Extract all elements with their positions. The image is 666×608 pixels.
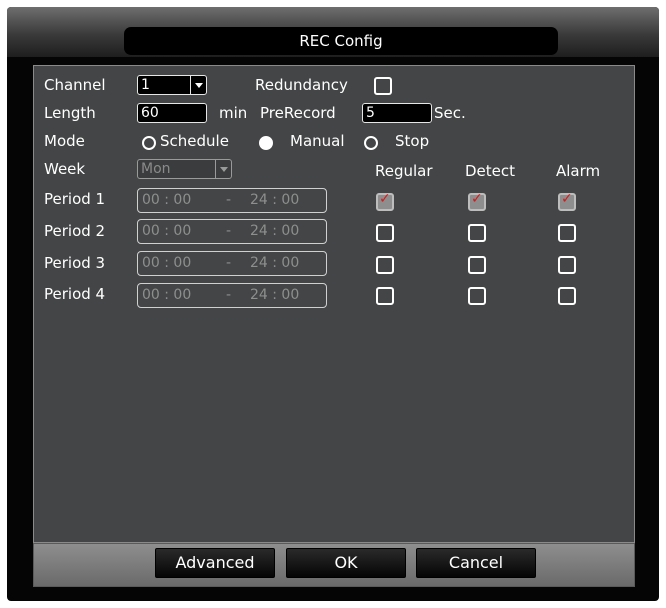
period-regular-checkbox[interactable] xyxy=(376,191,394,211)
period-end: 24 : 00 xyxy=(250,192,300,208)
period-label: Period 2 xyxy=(44,222,106,240)
period-separator: - xyxy=(226,255,232,271)
period-separator: - xyxy=(226,192,232,208)
period-end: 24 : 00 xyxy=(250,287,300,303)
week-select[interactable]: Mon xyxy=(137,159,232,179)
prerecord-label: PreRecord xyxy=(260,104,336,122)
length-input[interactable]: 60 xyxy=(137,103,207,123)
column-regular: Regular xyxy=(375,162,433,180)
chevron-down-icon[interactable] xyxy=(190,76,206,94)
column-detect: Detect xyxy=(465,162,516,180)
period-start: 00 : 00 xyxy=(142,192,192,208)
length-label: Length xyxy=(44,104,96,122)
period-alarm-checkbox[interactable] xyxy=(558,191,576,211)
period-separator: - xyxy=(226,223,232,239)
mode-schedule-label: Schedule xyxy=(160,132,229,150)
period-time-range[interactable]: 00 : 00 - 24 : 00 xyxy=(137,251,327,276)
advanced-button[interactable]: Advanced xyxy=(155,548,275,578)
period-start: 00 : 00 xyxy=(142,255,192,271)
period-label: Period 3 xyxy=(44,254,106,272)
column-alarm: Alarm xyxy=(556,162,601,180)
mode-schedule-radio[interactable] xyxy=(142,136,156,150)
period-alarm-checkbox[interactable] xyxy=(558,287,576,305)
period-regular-checkbox[interactable] xyxy=(376,224,394,242)
period-detect-checkbox[interactable] xyxy=(468,287,486,305)
length-unit: min xyxy=(219,104,248,122)
mode-label: Mode xyxy=(44,132,85,150)
mode-stop-label: Stop xyxy=(395,132,430,150)
period-start: 00 : 00 xyxy=(142,287,192,303)
period-end: 24 : 00 xyxy=(250,255,300,271)
period-detect-checkbox[interactable] xyxy=(468,256,486,274)
mode-stop-radio[interactable] xyxy=(364,136,378,150)
redundancy-checkbox[interactable] xyxy=(374,77,392,95)
mode-manual-label: Manual xyxy=(290,132,345,150)
cancel-button[interactable]: Cancel xyxy=(416,548,536,578)
channel-select[interactable]: 1 xyxy=(137,75,207,95)
period-time-range[interactable]: 00 : 00 - 24 : 00 xyxy=(137,188,327,213)
period-alarm-checkbox[interactable] xyxy=(558,224,576,242)
week-value: Mon xyxy=(141,161,171,177)
channel-label: Channel xyxy=(44,76,106,94)
period-time-range[interactable]: 00 : 00 - 24 : 00 xyxy=(137,219,327,244)
mode-manual-radio[interactable] xyxy=(259,136,273,150)
period-alarm-checkbox[interactable] xyxy=(558,256,576,274)
chevron-down-icon[interactable] xyxy=(215,160,231,178)
period-time-range[interactable]: 00 : 00 - 24 : 00 xyxy=(137,283,327,308)
window-title: REC Config xyxy=(124,27,558,55)
ok-button[interactable]: OK xyxy=(286,548,406,578)
week-label: Week xyxy=(44,160,86,178)
period-label: Period 4 xyxy=(44,285,106,303)
period-regular-checkbox[interactable] xyxy=(376,287,394,305)
period-separator: - xyxy=(226,287,232,303)
period-regular-checkbox[interactable] xyxy=(376,256,394,274)
period-label: Period 1 xyxy=(44,190,106,208)
redundancy-label: Redundancy xyxy=(255,76,348,94)
prerecord-input[interactable]: 5 xyxy=(362,103,432,123)
prerecord-unit: Sec. xyxy=(434,104,466,122)
period-start: 00 : 00 xyxy=(142,223,192,239)
period-end: 24 : 00 xyxy=(250,223,300,239)
period-detect-checkbox[interactable] xyxy=(468,191,486,211)
period-detect-checkbox[interactable] xyxy=(468,224,486,242)
channel-value: 1 xyxy=(141,77,150,93)
